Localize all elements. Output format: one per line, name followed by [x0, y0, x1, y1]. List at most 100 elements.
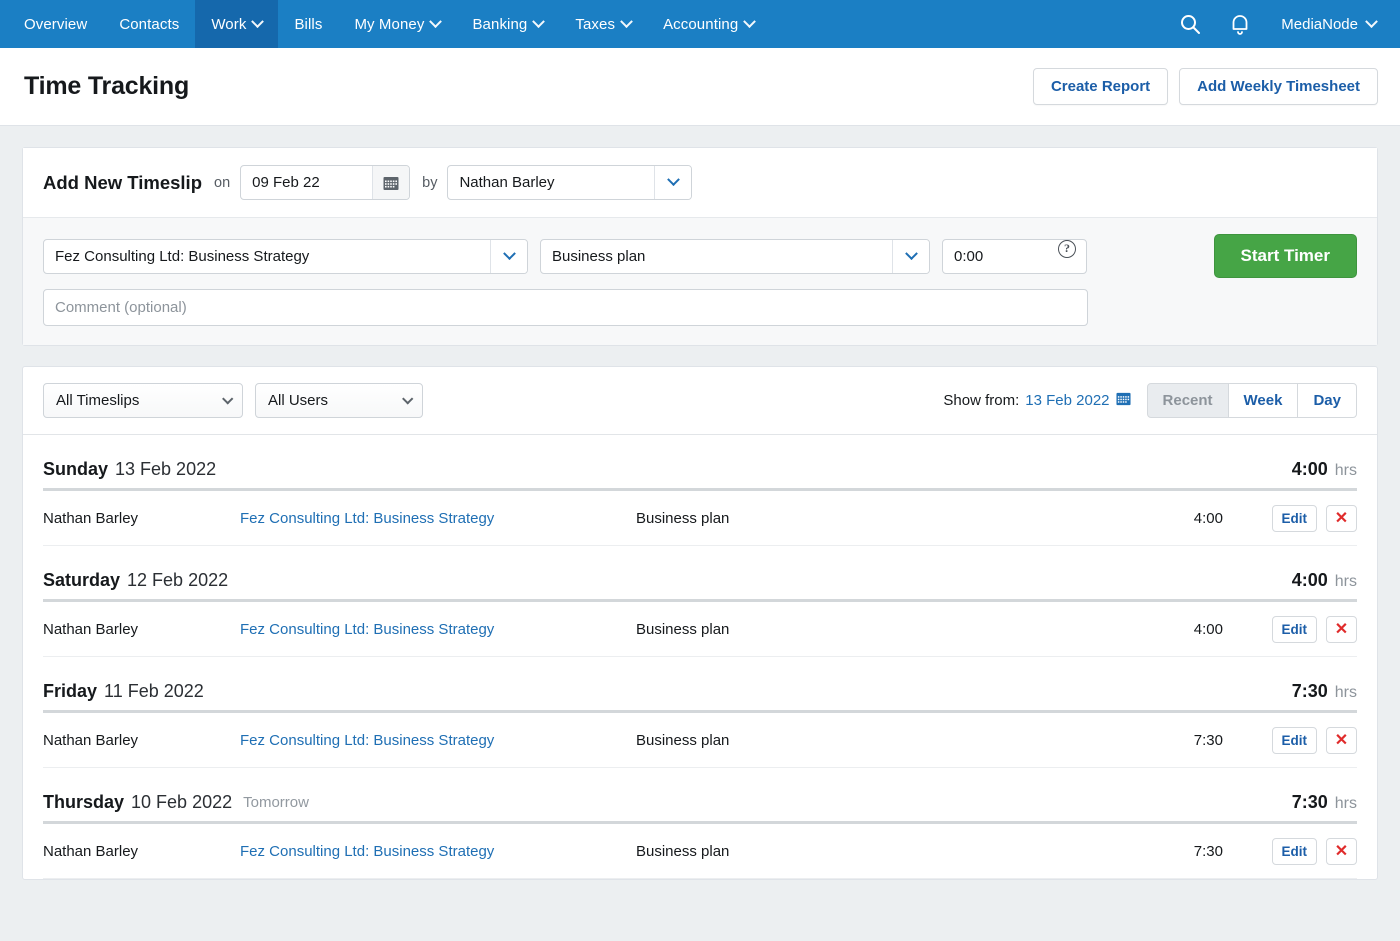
- chevron-down-icon: [1365, 15, 1378, 28]
- by-label: by: [422, 175, 437, 191]
- start-timer-button[interactable]: Start Timer: [1214, 234, 1357, 278]
- day-group: Sunday13 Feb 20224:00hrsNathan BarleyFez…: [23, 435, 1377, 546]
- day-group: Friday11 Feb 20227:30hrsNathan BarleyFez…: [23, 657, 1377, 768]
- day-total: 7:30 hrs: [1292, 681, 1357, 702]
- users-filter-select[interactable]: All Users: [255, 383, 423, 418]
- day-name: Thursday: [43, 792, 124, 813]
- timeslips-filter-select[interactable]: All Timeslips: [43, 383, 243, 418]
- timeslip-project-value: Fez Consulting Ltd: Business Strategy: [44, 240, 490, 273]
- filter-right-group: Show from: 13 Feb 2022: [943, 383, 1357, 418]
- timeslip-user: Nathan Barley: [43, 732, 240, 749]
- bell-icon[interactable]: [1217, 0, 1263, 48]
- user-menu[interactable]: MediaNode: [1267, 16, 1382, 33]
- chevron-down-icon: [252, 15, 265, 28]
- hours-unit-label: hrs: [1335, 462, 1357, 479]
- edit-button[interactable]: Edit: [1272, 616, 1318, 643]
- day-group: Saturday12 Feb 20224:00hrs Nathan BarleyF…: [23, 546, 1377, 657]
- timeslip-row-actions: Edit ✕: [1261, 616, 1357, 643]
- show-from-group: Show from: 13 Feb 2022: [943, 391, 1130, 410]
- calendar-icon[interactable]: [372, 166, 409, 199]
- nav-item-label: Work: [211, 16, 246, 33]
- nav-item-overview[interactable]: Overview: [8, 0, 103, 48]
- chevron-down-icon[interactable]: [490, 240, 527, 273]
- search-icon[interactable]: [1167, 0, 1213, 48]
- range-button-day[interactable]: Day: [1297, 383, 1357, 418]
- timeslip-row-actions: Edit ✕: [1261, 505, 1357, 532]
- edit-button[interactable]: Edit: [1272, 505, 1318, 532]
- day-name: Friday: [43, 681, 97, 702]
- timeslip-task-select[interactable]: Business plan: [540, 239, 930, 274]
- user-menu-label: MediaNode: [1281, 16, 1358, 33]
- filter-bar: All Timeslips All Users Show from: 13 Fe…: [23, 367, 1377, 435]
- nav-item-taxes[interactable]: Taxes: [559, 0, 647, 48]
- timeslip-duration-input[interactable]: [943, 240, 1058, 273]
- chevron-down-icon[interactable]: [654, 166, 691, 199]
- timeslip-project-link[interactable]: Fez Consulting Ltd: Business Strategy: [240, 843, 636, 860]
- timeslip-date-input[interactable]: [241, 166, 372, 199]
- timeslip-row: Nathan BarleyFez Consulting Ltd: Busines…: [43, 713, 1357, 768]
- day-name: Saturday: [43, 570, 120, 591]
- timeslip-user: Nathan Barley: [43, 843, 240, 860]
- close-x-icon[interactable]: ✕: [1326, 616, 1357, 643]
- day-relative-label: Tomorrow: [243, 794, 309, 813]
- timeslip-hours: 7:30: [1141, 732, 1261, 749]
- timeslip-hours: 7:30: [1141, 843, 1261, 860]
- nav-item-label: Contacts: [119, 16, 179, 33]
- show-from-label: Show from:: [943, 392, 1019, 409]
- day-total-value: 4:00: [1292, 570, 1328, 590]
- add-weekly-timesheet-button[interactable]: Add Weekly Timesheet: [1179, 68, 1378, 105]
- timeslip-comment-field[interactable]: [43, 289, 1088, 326]
- timeslip-project-link[interactable]: Fez Consulting Ltd: Business Strategy: [240, 621, 636, 638]
- nav-item-my-money[interactable]: My Money: [338, 0, 456, 48]
- day-total: 4:00 hrs: [1292, 459, 1357, 480]
- close-x-icon[interactable]: ✕: [1326, 838, 1357, 865]
- edit-button[interactable]: Edit: [1272, 727, 1318, 754]
- nav-item-accounting[interactable]: Accounting: [647, 0, 770, 48]
- nav-item-bills[interactable]: Bills: [278, 0, 338, 48]
- timeslip-comment-input[interactable]: [44, 290, 1087, 325]
- create-report-button[interactable]: Create Report: [1033, 68, 1168, 105]
- nav-items: Overview Contacts Work BillsMy Money Banking…: [0, 0, 770, 48]
- chevron-down-icon: [743, 15, 756, 28]
- calendar-icon[interactable]: [1116, 391, 1131, 410]
- day-header: Saturday12 Feb 20224:00hrs: [43, 546, 1357, 602]
- timeslip-user: Nathan Barley: [43, 621, 240, 638]
- close-x-icon[interactable]: ✕: [1326, 727, 1357, 754]
- day-date: 10 Feb 2022: [131, 792, 232, 813]
- range-button-week[interactable]: Week: [1228, 383, 1299, 418]
- nav-item-label: Taxes: [575, 16, 615, 33]
- timeslip-user-select[interactable]: Nathan Barley: [447, 165, 692, 200]
- range-toggle-group: RecentWeekDay: [1147, 383, 1357, 418]
- timeslip-user: Nathan Barley: [43, 510, 240, 527]
- timeslip-task: Business plan: [636, 621, 1141, 638]
- timeslip-project-link[interactable]: Fez Consulting Ltd: Business Strategy: [240, 510, 636, 527]
- day-total-value: 7:30: [1292, 681, 1328, 701]
- nav-item-contacts[interactable]: Contacts: [103, 0, 195, 48]
- nav-item-label: Banking: [472, 16, 527, 33]
- timeslip-duration-field[interactable]: ?: [942, 239, 1087, 274]
- timeslip-user-value: Nathan Barley: [448, 166, 654, 199]
- nav-item-work[interactable]: Work: [195, 0, 278, 48]
- day-name: Sunday: [43, 459, 108, 480]
- range-button-recent: Recent: [1147, 383, 1229, 418]
- hours-unit-label: hrs: [1335, 684, 1357, 701]
- add-timeslip-panel: Add New Timeslip on: [22, 147, 1378, 346]
- show-from-date[interactable]: 13 Feb 2022: [1025, 392, 1109, 409]
- chevron-down-icon: [533, 15, 546, 28]
- timeslip-task-value: Business plan: [541, 240, 892, 273]
- hours-unit-label: hrs: [1335, 795, 1357, 812]
- timeslip-project-select[interactable]: Fez Consulting Ltd: Business Strategy: [43, 239, 528, 274]
- close-x-icon[interactable]: ✕: [1326, 505, 1357, 532]
- question-mark-icon[interactable]: ?: [1058, 240, 1076, 258]
- timeslip-date-field[interactable]: [240, 165, 410, 200]
- timeslip-project-link[interactable]: Fez Consulting Ltd: Business Strategy: [240, 732, 636, 749]
- day-total-value: 4:00: [1292, 459, 1328, 479]
- day-total: 7:30hrs: [1292, 792, 1357, 813]
- chevron-down-icon[interactable]: [892, 240, 929, 273]
- top-navigation-bar: Overview Contacts Work BillsMy Money Banking…: [0, 0, 1400, 48]
- timeslip-row-actions: Edit ✕: [1261, 727, 1357, 754]
- edit-button[interactable]: Edit: [1272, 838, 1318, 865]
- nav-item-banking[interactable]: Banking: [456, 0, 559, 48]
- timeslip-row: Nathan BarleyFez Consulting Ltd: Busines…: [43, 491, 1357, 546]
- chevron-down-icon: [222, 393, 233, 404]
